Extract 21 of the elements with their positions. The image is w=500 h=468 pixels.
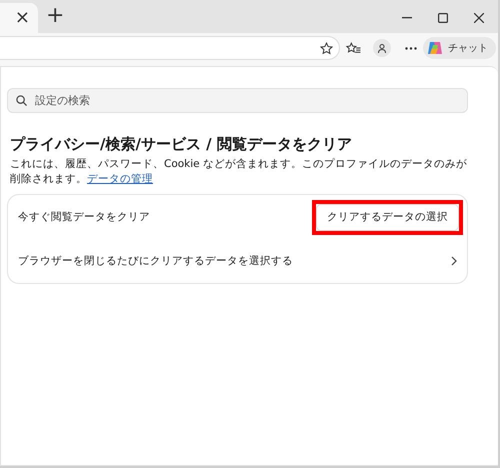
search-bar[interactable]: 設定の検索 [7, 88, 468, 113]
choose-data-button[interactable]: クリアするデータの選択 [316, 204, 459, 230]
setting-label: 今すぐ閲覧データをクリア [18, 210, 150, 224]
page-title: プライバシー/検索/サービス / 閲覧データをクリア [10, 135, 353, 154]
star-icon[interactable] [320, 42, 333, 54]
manage-data-link[interactable]: データの管理 [87, 173, 153, 185]
copilot-logo-icon [427, 40, 443, 56]
search-field[interactable]: 設定の検索 [33, 93, 459, 108]
profile-button[interactable] [373, 39, 391, 57]
person-icon [378, 44, 386, 52]
close-icon[interactable] [474, 13, 484, 23]
description-text: これには、履歴、パスワード、Cookie などが含まれます。このプロファイルのデータのみが削除されます。データの管理 [10, 157, 468, 187]
chevron-right-icon[interactable] [451, 256, 457, 266]
favorites-icon[interactable] [346, 42, 361, 54]
new-tab-button[interactable]: + [46, 5, 64, 27]
minimize-icon[interactable] [402, 17, 412, 19]
search-icon [16, 95, 27, 106]
more-icon[interactable] [405, 46, 417, 50]
chat-button[interactable]: チャット [423, 37, 496, 59]
maximize-icon[interactable] [438, 13, 448, 23]
setting-label[interactable]: ブラウザーを閉じるたびにクリアするデータを選択する [18, 254, 293, 268]
